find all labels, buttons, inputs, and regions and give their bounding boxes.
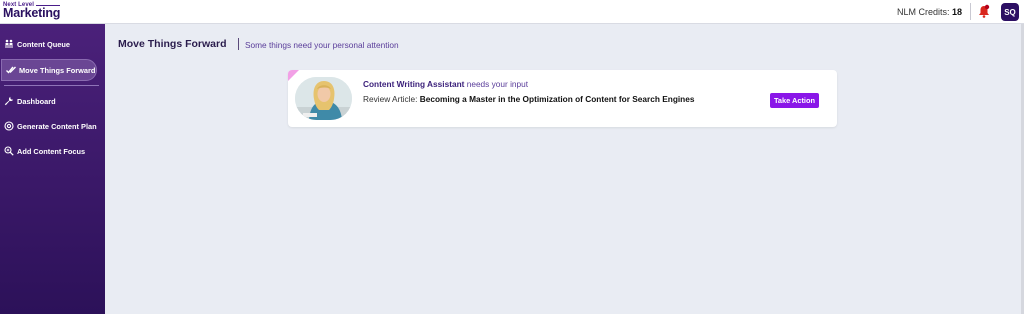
card-corner-accent <box>288 70 299 81</box>
article-title: Becoming a Master in the Optimization of… <box>419 94 695 104</box>
credits-display: NLM Credits: 18 <box>897 7 962 17</box>
notification-bell-icon[interactable] <box>977 4 991 19</box>
user-avatar[interactable]: SQ <box>1001 3 1019 21</box>
sidebar-item-generate-content-plan[interactable]: Generate Content Plan <box>0 115 97 137</box>
brand-logo[interactable]: Next Level Marketing <box>3 2 60 19</box>
top-bar: Next Level Marketing NLM Credits: 18 SQ <box>0 0 1024 24</box>
credits-label: NLM Credits: <box>896 7 950 17</box>
sidebar-item-label: Content Queue <box>17 39 70 49</box>
sidebar: Content Queue Move Things Forward Dashbo… <box>0 24 105 314</box>
credits-value: 18 <box>951 7 962 17</box>
sidebar-item-label: Dashboard <box>17 96 56 106</box>
task-card: Content Writing Assistant needs your inp… <box>288 70 837 127</box>
double-check-icon <box>6 65 16 75</box>
brand-logo-main: Marketing <box>3 6 61 20</box>
agent-name[interactable]: Content Writing Assistant <box>363 79 464 89</box>
take-action-button[interactable]: Take Action <box>770 93 819 108</box>
at-sign-icon <box>4 121 14 131</box>
task-heading: Content Writing Assistant needs your inp… <box>363 79 528 89</box>
task-description: Review Article: Becoming a Master in the… <box>363 94 694 104</box>
sidebar-item-label: Add Content Focus <box>17 146 86 156</box>
task-prefix: Review Article: <box>363 94 418 104</box>
header-divider <box>970 3 971 20</box>
agent-avatar-image <box>295 77 352 120</box>
task-need-text: needs your input <box>466 79 529 89</box>
page-title: Move Things Forward <box>118 38 227 50</box>
search-plus-icon <box>4 146 14 156</box>
page-subtitle: Some things need your personal attention <box>245 40 399 50</box>
wrench-icon <box>4 96 14 106</box>
sidebar-item-label: Move Things Forward <box>19 65 96 75</box>
sidebar-item-move-things-forward[interactable]: Move Things Forward <box>1 59 97 81</box>
sidebar-item-dashboard[interactable]: Dashboard <box>0 90 97 112</box>
people-icon <box>4 39 14 49</box>
sidebar-item-content-queue[interactable]: Content Queue <box>0 33 97 55</box>
sidebar-item-add-content-focus[interactable]: Add Content Focus <box>0 140 97 162</box>
sidebar-divider <box>4 85 99 86</box>
title-divider <box>238 38 239 50</box>
sidebar-item-label: Generate Content Plan <box>17 121 97 131</box>
